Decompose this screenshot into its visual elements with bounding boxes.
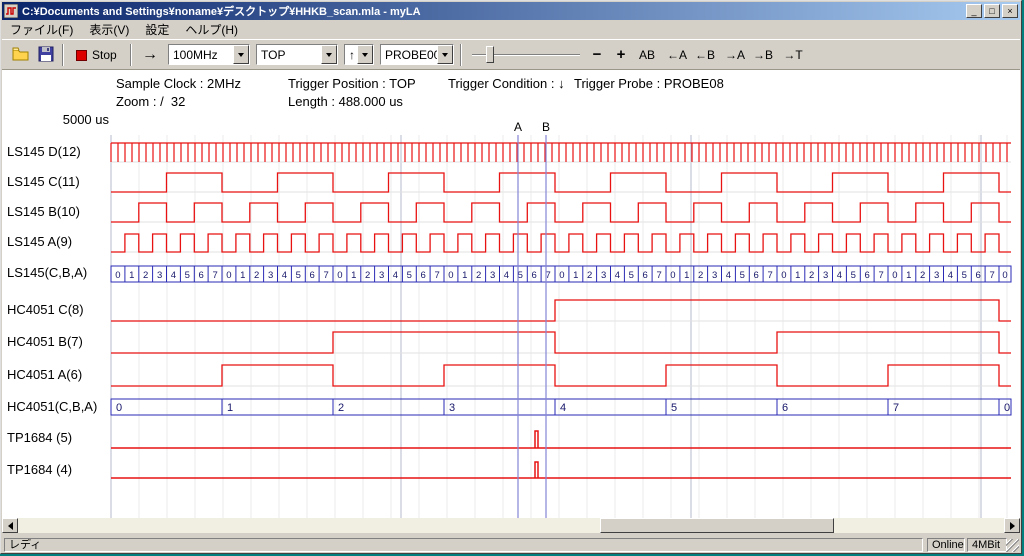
svg-text:4: 4 — [560, 402, 566, 414]
svg-text:2: 2 — [476, 270, 481, 281]
channel-label: LS145 A(9) — [7, 234, 72, 249]
svg-text:7: 7 — [656, 270, 661, 281]
channel-label: LS145 B(10) — [7, 204, 80, 219]
svg-text:4: 4 — [504, 270, 509, 281]
resize-grip-icon[interactable] — [1006, 539, 1019, 552]
svg-text:6: 6 — [199, 270, 204, 281]
svg-text:5: 5 — [962, 270, 967, 281]
svg-text:3: 3 — [712, 270, 717, 281]
channel-label: HC4051(C,B,A) — [7, 399, 97, 414]
channel-label: LS145 D(12) — [7, 144, 81, 159]
svg-text:1: 1 — [351, 270, 356, 281]
svg-text:7: 7 — [434, 270, 439, 281]
svg-text:1: 1 — [573, 270, 578, 281]
svg-text:4: 4 — [948, 270, 953, 281]
svg-text:6: 6 — [643, 270, 648, 281]
svg-text:0: 0 — [226, 270, 231, 281]
svg-text:5: 5 — [296, 270, 301, 281]
channel-label: TP1684 (4) — [7, 462, 72, 477]
svg-text:5: 5 — [629, 270, 634, 281]
svg-text:4: 4 — [282, 270, 287, 281]
svg-text:4: 4 — [615, 270, 620, 281]
svg-text:1: 1 — [240, 270, 245, 281]
cursor-label[interactable]: B — [538, 120, 554, 134]
svg-text:5: 5 — [185, 270, 190, 281]
svg-text:4: 4 — [726, 270, 731, 281]
scroll-left-button[interactable] — [2, 518, 18, 533]
svg-text:3: 3 — [268, 270, 273, 281]
svg-text:2: 2 — [254, 270, 259, 281]
svg-text:2: 2 — [365, 270, 370, 281]
svg-text:4: 4 — [393, 270, 398, 281]
channel-label: LS145 C(11) — [7, 174, 80, 189]
svg-text:0: 0 — [670, 270, 675, 281]
svg-text:0: 0 — [781, 270, 786, 281]
svg-text:0: 0 — [559, 270, 564, 281]
app-window: C:¥Documents and Settings¥noname¥デスクトップ¥… — [0, 0, 1022, 554]
svg-text:0: 0 — [1004, 402, 1010, 414]
svg-text:3: 3 — [379, 270, 384, 281]
channel-label: TP1684 (5) — [7, 430, 72, 445]
svg-text:5: 5 — [407, 270, 412, 281]
svg-text:3: 3 — [449, 402, 455, 414]
horizontal-scrollbar[interactable] — [2, 518, 1020, 533]
svg-text:3: 3 — [823, 270, 828, 281]
arrow-left-icon — [4, 522, 13, 530]
svg-text:6: 6 — [532, 270, 537, 281]
svg-text:2: 2 — [338, 402, 344, 414]
channel-label: HC4051 A(6) — [7, 367, 82, 382]
svg-text:2: 2 — [587, 270, 592, 281]
svg-text:3: 3 — [490, 270, 495, 281]
svg-text:0: 0 — [116, 402, 122, 414]
svg-text:0: 0 — [115, 270, 120, 281]
statusbar: レディ Online 4MBit — [2, 537, 1020, 553]
svg-text:1: 1 — [129, 270, 134, 281]
svg-text:7: 7 — [989, 270, 994, 281]
svg-text:6: 6 — [782, 402, 788, 414]
svg-text:2: 2 — [920, 270, 925, 281]
memory-status: 4MBit — [967, 538, 1007, 552]
svg-text:1: 1 — [795, 270, 800, 281]
svg-text:3: 3 — [934, 270, 939, 281]
channel-label: HC4051 B(7) — [7, 334, 83, 349]
svg-text:3: 3 — [601, 270, 606, 281]
channel-label: HC4051 C(8) — [7, 302, 84, 317]
cursor-label[interactable]: A — [510, 120, 526, 134]
svg-text:7: 7 — [323, 270, 328, 281]
svg-text:6: 6 — [421, 270, 426, 281]
svg-text:2: 2 — [143, 270, 148, 281]
svg-text:0: 0 — [892, 270, 897, 281]
svg-text:1: 1 — [906, 270, 911, 281]
svg-text:0: 0 — [337, 270, 342, 281]
svg-text:7: 7 — [878, 270, 883, 281]
svg-text:6: 6 — [754, 270, 759, 281]
waveform-plot[interactable]: 0123456701234567012345670123456701234567… — [1, 1, 1021, 553]
scroll-right-button[interactable] — [1004, 518, 1020, 533]
svg-text:7: 7 — [212, 270, 217, 281]
arrow-right-icon — [1010, 522, 1019, 530]
scrollbar-thumb[interactable] — [600, 518, 834, 533]
svg-text:1: 1 — [684, 270, 689, 281]
svg-text:6: 6 — [310, 270, 315, 281]
svg-text:1: 1 — [462, 270, 467, 281]
svg-text:2: 2 — [809, 270, 814, 281]
svg-text:5: 5 — [671, 402, 677, 414]
svg-text:5: 5 — [740, 270, 745, 281]
svg-text:7: 7 — [893, 402, 899, 414]
svg-text:6: 6 — [976, 270, 981, 281]
svg-text:0: 0 — [1002, 270, 1007, 281]
svg-text:7: 7 — [767, 270, 772, 281]
svg-text:2: 2 — [698, 270, 703, 281]
svg-text:4: 4 — [837, 270, 842, 281]
svg-text:5: 5 — [851, 270, 856, 281]
svg-text:3: 3 — [157, 270, 162, 281]
online-status: Online — [927, 538, 965, 552]
status-message: レディ — [4, 538, 923, 552]
svg-text:6: 6 — [865, 270, 870, 281]
channel-label: LS145(C,B,A) — [7, 265, 87, 280]
svg-text:0: 0 — [448, 270, 453, 281]
svg-text:4: 4 — [171, 270, 176, 281]
svg-text:1: 1 — [227, 402, 233, 414]
